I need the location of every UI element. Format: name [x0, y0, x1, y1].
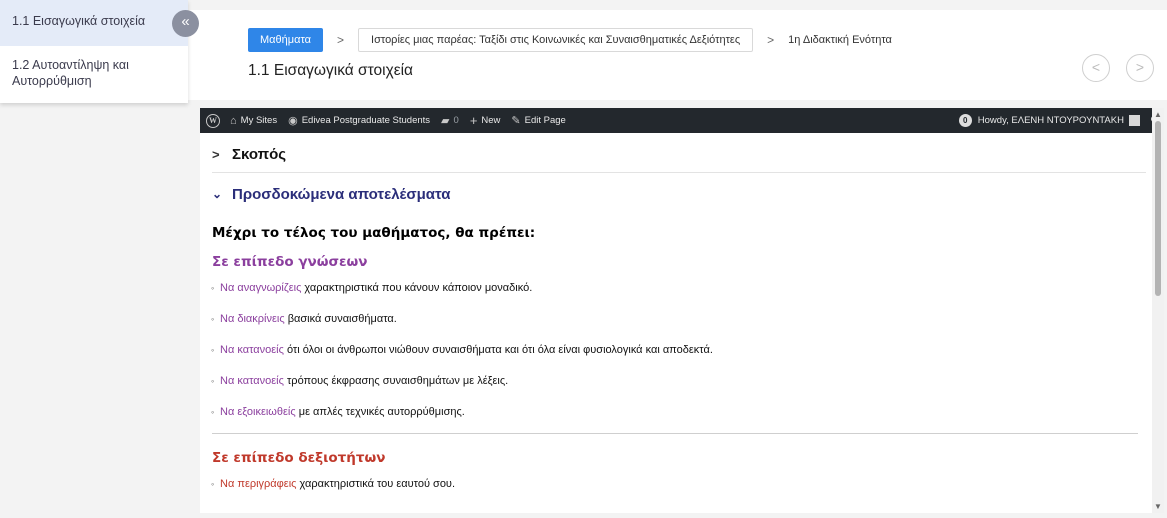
list-item-verb: Να κατανοείς — [220, 375, 284, 387]
scroll-down-icon[interactable]: ▼ — [1154, 502, 1162, 511]
list-item-text: τρόπους έκφρασης συναισθημάτων με λέξεις… — [283, 375, 509, 387]
page: 1.1 Εισαγωγικά στοιχεία 1.2 Αυτοαντίληψη… — [0, 0, 1167, 518]
user-account-menu[interactable]: Howdy, ΕΛΕΝΗ ΝΤΟΥΡΟΥΝΤΑΚΗ — [978, 115, 1124, 126]
chevron-right-icon: > — [212, 147, 220, 162]
edit-page-link[interactable]: ✎ Edit Page — [511, 114, 565, 127]
skills-heading: Σε επίπεδο δεξιοτήτων — [212, 450, 386, 466]
scrollbar-thumb[interactable] — [1155, 121, 1161, 296]
bullet-icon: ◦ — [211, 345, 215, 355]
sidebar-item-self-perception[interactable]: 1.2 Αυτοαντίληψη και Αυτορρύθμιση — [0, 46, 188, 89]
list-item: ◦ Να κατανοείς ότι όλοι οι άνθρωποι νιώθο… — [211, 344, 1146, 357]
accordion-outcomes-label: Προσδοκώμενα αποτελέσματα — [232, 185, 451, 203]
chevron-right-icon: > — [337, 33, 345, 47]
bullet-icon: ◦ — [211, 407, 215, 417]
my-sites-menu[interactable]: ⌂ My Sites — [230, 115, 277, 127]
chevron-left-icon: < — [1091, 59, 1101, 75]
accordion-purpose-label: Σκοπός — [232, 146, 287, 163]
lesson-content-frame: W ⌂ My Sites ◉ Edivea Postgraduate Stude… — [200, 108, 1164, 513]
list-item: ◦ Να περιγράφεις χαρακτηριστικά του εαυτο… — [211, 478, 1146, 491]
breadcrumb-courses-button[interactable]: Μαθήματα — [248, 28, 324, 52]
wordpress-icon[interactable]: W — [206, 113, 220, 128]
lesson-body: > Σκοπός ⌄ Προσδοκώμενα αποτελέσματα Μέχ… — [200, 137, 1164, 491]
comment-icon: ▰ — [441, 115, 450, 127]
comments-count: 0 — [453, 115, 459, 126]
breadcrumb: Μαθήματα > Ιστορίες μιας παρέας: Ταξίδι … — [248, 28, 892, 52]
skills-list: ◦ Να περιγράφεις χαρακτηριστικά του εαυτο… — [211, 478, 1146, 491]
list-item: ◦ Να διακρίνεις βασικά συναισθήματα. — [211, 313, 1146, 326]
bullet-icon: ◦ — [211, 376, 215, 386]
pencil-icon: ✎ — [511, 115, 521, 127]
edit-page-label: Edit Page — [524, 115, 566, 126]
notifications-badge[interactable]: 0 — [958, 114, 972, 127]
list-item-verb: Να εξοικειωθείς — [220, 406, 296, 418]
list-item-verb: Να αναγνωρίζεις — [220, 282, 302, 294]
accordion-purpose[interactable]: > Σκοπός — [212, 137, 1146, 173]
section-divider — [212, 433, 1138, 434]
previous-lesson-button[interactable]: < — [1082, 54, 1110, 82]
content-scrollbar[interactable]: ▲ ▼ — [1152, 108, 1164, 513]
breadcrumb-course-link[interactable]: Ιστορίες μιας παρέας: Ταξίδι στις Κοινων… — [358, 28, 754, 52]
plus-icon: + — [469, 113, 478, 128]
list-item: ◦ Να εξοικειωθείς με απλές τεχνικές αυτορ… — [211, 406, 1146, 419]
new-label: New — [481, 115, 501, 126]
list-item-text: ότι όλοι οι άνθρωποι νιώθουν συναισθήματ… — [283, 344, 713, 356]
comments-menu[interactable]: ▰ 0 — [441, 114, 459, 127]
site-name-label: Edivea Postgraduate Students — [301, 115, 431, 126]
scroll-up-icon[interactable]: ▲ — [1154, 110, 1162, 119]
chevron-right-icon: > — [1135, 59, 1145, 75]
bullet-icon: ◦ — [211, 283, 215, 293]
chevron-down-icon: ⌄ — [212, 187, 223, 201]
sidebar-item-intro[interactable]: 1.1 Εισαγωγικά στοιχεία — [0, 0, 188, 46]
knowledge-heading: Σε επίπεδο γνώσεων — [212, 254, 368, 270]
site-name-menu[interactable]: ◉ Edivea Postgraduate Students — [288, 114, 430, 127]
list-item: ◦ Να κατανοείς τρόπους έκφρασης συναισθημ… — [211, 375, 1146, 388]
bullet-icon: ◦ — [211, 314, 215, 324]
list-item-text: βασικά συναισθήματα. — [284, 313, 397, 325]
chevron-right-icon: > — [767, 33, 775, 47]
outcomes-intro-heading: Μέχρι το τέλος του μαθήματος, θα πρέπει: — [212, 225, 536, 241]
collapse-sidebar-button[interactable]: « — [172, 10, 199, 37]
my-sites-label: My Sites — [240, 115, 278, 126]
bullet-icon: ◦ — [211, 479, 215, 489]
list-item: ◦ Να αναγνωρίζεις χαρακτηριστικά που κάνο… — [211, 282, 1146, 295]
list-item-verb: Να διακρίνεις — [220, 313, 285, 325]
double-chevron-left-icon: « — [181, 13, 190, 30]
lesson-header: Μαθήματα > Ιστορίες μιας παρέας: Ταξίδι … — [188, 10, 1167, 100]
list-item-text: χαρακτηριστικά του εαυτού σου. — [296, 478, 456, 490]
knowledge-list: ◦ Να αναγνωρίζεις χαρακτηριστικά που κάνο… — [211, 282, 1146, 419]
wp-admin-bar: W ⌂ My Sites ◉ Edivea Postgraduate Stude… — [200, 108, 1164, 133]
page-title: 1.1 Εισαγωγικά στοιχεία — [248, 62, 414, 79]
breadcrumb-unit-link[interactable]: 1η Διδακτική Ενότητα — [788, 34, 892, 46]
list-item-text: χαρακτηριστικά που κάνουν κάποιον μοναδι… — [301, 282, 533, 294]
lesson-sidebar: 1.1 Εισαγωγικά στοιχεία 1.2 Αυτοαντίληψη… — [0, 0, 188, 103]
next-lesson-button[interactable]: > — [1126, 54, 1154, 82]
list-item-text: με απλές τεχνικές αυτορρύθμισης. — [295, 406, 465, 418]
home-icon: ⌂ — [230, 114, 237, 127]
admin-bar-right: 0 Howdy, ΕΛΕΝΗ ΝΤΟΥΡΟΥΝΤΑΚΗ ⚲ — [958, 108, 1158, 133]
avatar[interactable] — [1128, 115, 1140, 126]
list-item-verb: Να κατανοείς — [220, 344, 284, 356]
new-content-menu[interactable]: + New — [470, 113, 501, 128]
palette-icon: ◉ — [288, 115, 298, 127]
accordion-expected-outcomes[interactable]: ⌄ Προσδοκώμενα αποτελέσματα — [212, 173, 1146, 215]
list-item-verb: Να περιγράφεις — [220, 478, 297, 490]
